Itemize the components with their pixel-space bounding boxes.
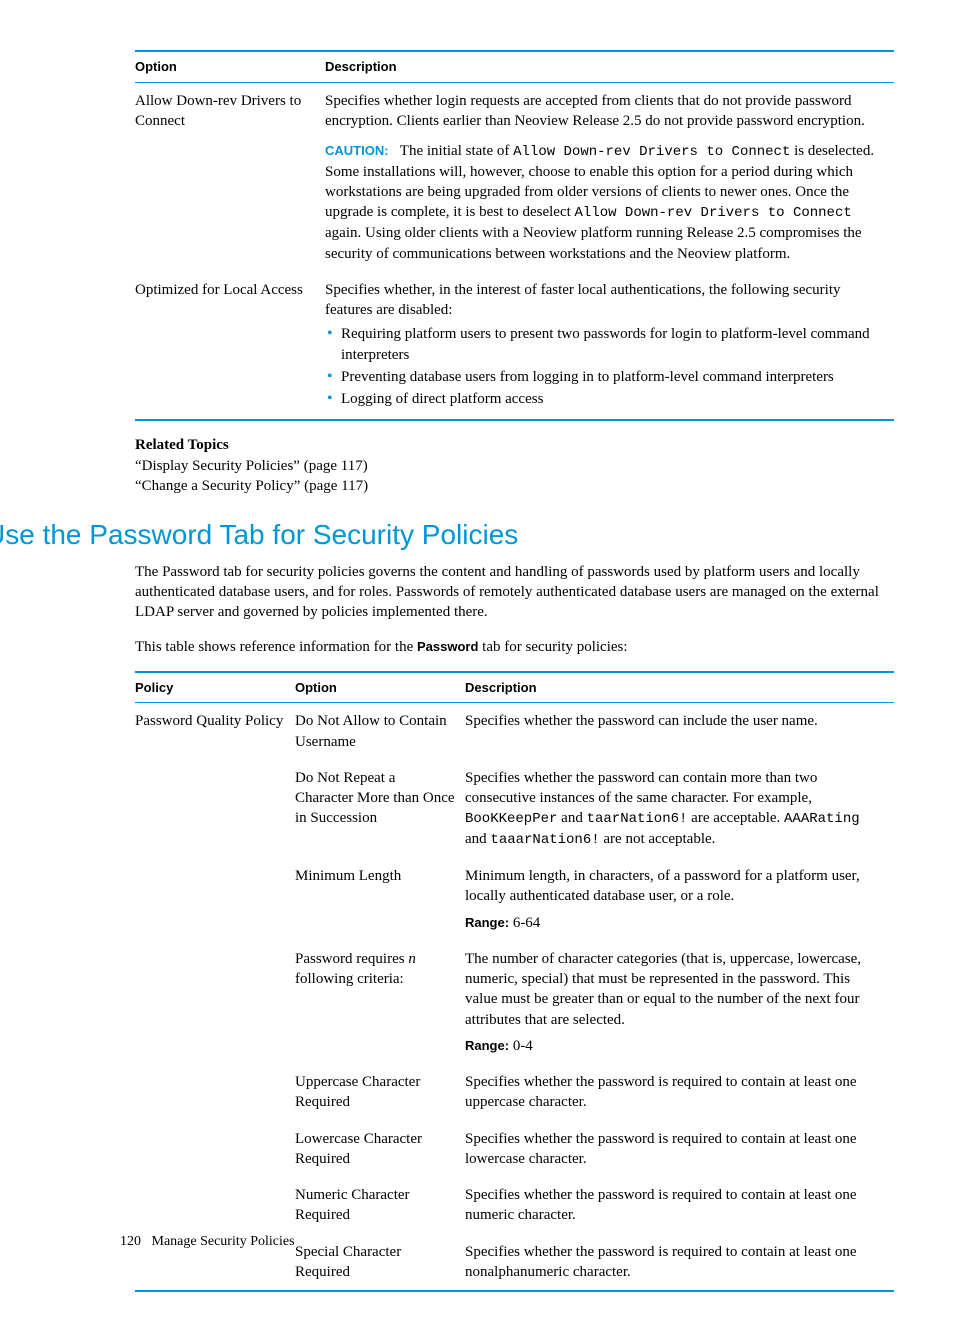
- code-text: taarNation6!: [587, 811, 688, 827]
- code-text: taaarNation6!: [490, 832, 599, 848]
- password-policy-table: Policy Option Description Password Quali…: [135, 671, 894, 1292]
- options-table: Option Description Allow Down-rev Driver…: [135, 50, 894, 421]
- table-row: Password Quality Policy Do Not Allow to …: [135, 703, 894, 760]
- text: tab for security policies:: [478, 639, 627, 655]
- text: are not acceptable.: [600, 831, 716, 847]
- col-option-header: Option: [295, 672, 465, 703]
- option-cell: Password requires n following criteria:: [295, 941, 465, 1064]
- bold-text: Password: [417, 639, 478, 654]
- option-cell: Special Character Required: [295, 1234, 465, 1292]
- text: Password requires: [295, 951, 408, 967]
- range-line: Range: 6-64: [465, 913, 884, 933]
- option-cell: Allow Down-rev Drivers to Connect: [135, 82, 325, 272]
- desc-text: Specifies whether, in the interest of fa…: [325, 280, 884, 321]
- text: This table shows reference information f…: [135, 639, 417, 655]
- list-item: Preventing database users from logging i…: [325, 367, 884, 387]
- related-topics-heading: Related Topics: [135, 435, 894, 455]
- caution-text: again. Using older clients with a Neovie…: [325, 225, 862, 261]
- description-cell: Specifies whether the password is requir…: [465, 1064, 894, 1121]
- intro-paragraph: The Password tab for security policies g…: [135, 562, 894, 623]
- range-label: Range:: [465, 1038, 509, 1053]
- table-row: Optimized for Local Access Specifies whe…: [135, 272, 894, 421]
- description-cell: Specifies whether the password can inclu…: [465, 703, 894, 760]
- desc-text: The number of character categories (that…: [465, 949, 884, 1030]
- list-item: Requiring platform users to present two …: [325, 324, 884, 365]
- table-row: Numeric Character Required Specifies whe…: [135, 1177, 894, 1234]
- description-cell: Minimum length, in characters, of a pass…: [465, 858, 894, 941]
- description-cell: Specifies whether, in the interest of fa…: [325, 272, 894, 421]
- text: and: [557, 810, 586, 826]
- text: and: [465, 831, 490, 847]
- policy-cell: Password Quality Policy: [135, 703, 295, 760]
- description-cell: Specifies whether login requests are acc…: [325, 82, 894, 272]
- related-link[interactable]: “Display Security Policies” (page 117): [135, 456, 894, 476]
- code-text: AAARating: [784, 811, 860, 827]
- col-option-header: Option: [135, 51, 325, 82]
- code-text: BooKKeepPer: [465, 811, 557, 827]
- col-policy-header: Policy: [135, 672, 295, 703]
- text: following criteria:: [295, 971, 404, 987]
- chapter-title: Manage Security Policies: [152, 1234, 295, 1249]
- table-row: Allow Down-rev Drivers to Connect Specif…: [135, 82, 894, 272]
- text: Specifies whether the password can conta…: [465, 770, 817, 806]
- range-value: 0-4: [509, 1038, 533, 1054]
- caution-label: CAUTION:: [325, 143, 389, 158]
- caution-text: The initial state of: [400, 143, 513, 159]
- feature-list: Requiring platform users to present two …: [325, 324, 884, 409]
- table-row: Password requires n following criteria: …: [135, 941, 894, 1064]
- option-cell: Numeric Character Required: [295, 1177, 465, 1234]
- option-cell: Uppercase Character Required: [295, 1064, 465, 1121]
- section-heading: Use the Password Tab for Security Polici…: [0, 516, 894, 554]
- table-row: Do Not Repeat a Character More than Once…: [135, 760, 894, 858]
- description-cell: Specifies whether the password is requir…: [465, 1234, 894, 1292]
- option-cell: Do Not Allow to Contain Username: [295, 703, 465, 760]
- description-cell: The number of character categories (that…: [465, 941, 894, 1064]
- range-label: Range:: [465, 915, 509, 930]
- text: are acceptable.: [687, 810, 784, 826]
- option-cell: Minimum Length: [295, 858, 465, 941]
- related-link[interactable]: “Change a Security Policy” (page 117): [135, 476, 894, 496]
- table-row: Minimum Length Minimum length, in charac…: [135, 858, 894, 941]
- col-description-header: Description: [465, 672, 894, 703]
- table-intro-paragraph: This table shows reference information f…: [135, 637, 894, 657]
- caution-block: CAUTION: The initial state of Allow Down…: [325, 141, 884, 264]
- italic-text: n: [408, 951, 416, 967]
- code-text: Allow Down-rev Drivers to Connect: [575, 205, 852, 221]
- table-row: Uppercase Character Required Specifies w…: [135, 1064, 894, 1121]
- desc-text: Specifies whether login requests are acc…: [325, 91, 884, 132]
- description-cell: Specifies whether the password can conta…: [465, 760, 894, 858]
- desc-text: Minimum length, in characters, of a pass…: [465, 866, 884, 907]
- code-text: Allow Down-rev Drivers to Connect: [513, 144, 790, 160]
- option-cell: Do Not Repeat a Character More than Once…: [295, 760, 465, 858]
- option-cell: Optimized for Local Access: [135, 272, 325, 421]
- col-description-header: Description: [325, 51, 894, 82]
- range-value: 6-64: [509, 915, 540, 931]
- description-cell: Specifies whether the password is requir…: [465, 1121, 894, 1178]
- page-number: 120: [120, 1234, 141, 1249]
- page-footer: 120 Manage Security Policies: [120, 1233, 295, 1252]
- list-item: Logging of direct platform access: [325, 389, 884, 409]
- range-line: Range: 0-4: [465, 1036, 884, 1056]
- table-row: Lowercase Character Required Specifies w…: [135, 1121, 894, 1178]
- description-cell: Specifies whether the password is requir…: [465, 1177, 894, 1234]
- option-cell: Lowercase Character Required: [295, 1121, 465, 1178]
